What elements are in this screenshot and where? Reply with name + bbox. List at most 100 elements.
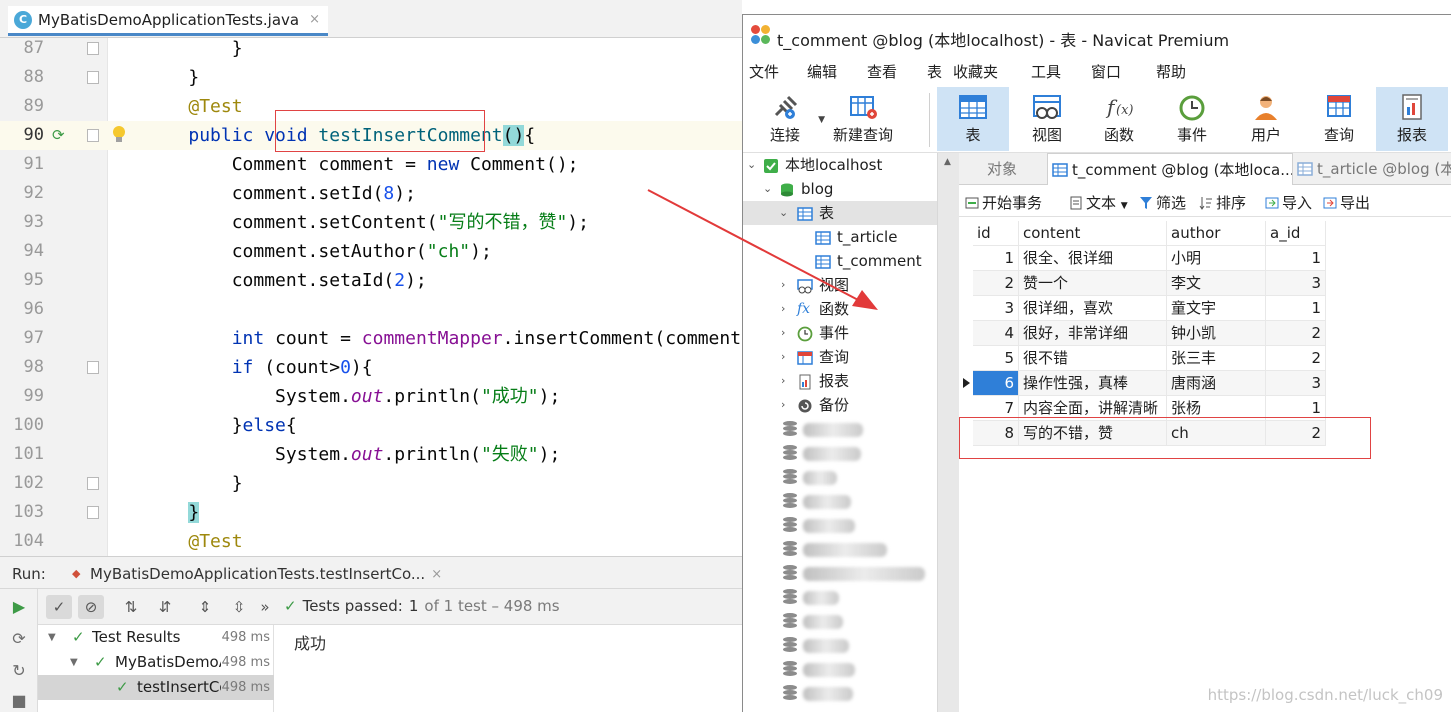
code-line[interactable]: 88 } [0,63,742,92]
menu-item-file[interactable]: 文件 [749,61,779,82]
table-cell-id[interactable]: 6 [973,371,1019,396]
tree-item-database-hidden[interactable] [743,417,937,441]
sort-button[interactable]: 排序 [1199,192,1246,213]
tree-item-database-hidden[interactable] [743,633,937,657]
chevron-right-icon[interactable]: › [781,273,785,297]
table-row[interactable]: 5 很不错 张三丰 2 [959,346,1329,371]
table-cell-id[interactable]: 2 [973,271,1019,296]
table-cell-id[interactable]: 3 [973,296,1019,321]
table-cell-content[interactable]: 很不错 [1019,346,1167,371]
table-cell-id[interactable]: 4 [973,321,1019,346]
code-line[interactable]: 100 }else{ [0,411,742,440]
table-cell-a-id[interactable]: 3 [1266,271,1326,296]
chevron-right-icon[interactable]: › [781,345,785,369]
tree-item-database-hidden[interactable] [743,609,937,633]
toolbar-table-button[interactable]: 表 [937,87,1009,151]
collapse-all-icon[interactable]: ⇳ [226,595,252,619]
table-cell-a-id[interactable]: 2 [1266,321,1326,346]
toolbar-user-button[interactable]: 用户 [1230,87,1302,151]
menu-item-table[interactable]: 表 [927,61,942,82]
chevron-down-icon[interactable]: ▼ [48,625,56,650]
editor-tab[interactable]: C MyBatisDemoApplicationTests.java × [8,6,328,36]
tree-item-database-hidden[interactable] [743,489,937,513]
show-ignored-icon[interactable]: ⊘ [78,595,104,619]
menu-item-favorites[interactable]: 收藏夹 [953,61,998,82]
import-button[interactable]: 导入 [1265,192,1312,213]
tree-item-database[interactable]: ⌄ blog [743,177,937,201]
table-cell-author[interactable]: 唐雨涵 [1167,371,1266,396]
tree-item-database-hidden[interactable] [743,681,937,705]
test-tree-row[interactable]: ▼ ✓ Test Results 498 ms [38,625,274,650]
close-icon[interactable]: × [309,12,320,27]
code-line[interactable]: 102 } [0,469,742,498]
table-cell-content[interactable]: 操作性强，真棒 [1019,371,1167,396]
tree-scrollbar[interactable]: ▲ [937,153,959,712]
tab-t-comment[interactable]: t_comment @blog (本地loca... [1047,153,1293,185]
more-actions-icon[interactable]: » [252,595,278,619]
menu-item-help[interactable]: 帮助 [1156,61,1186,82]
table-row[interactable]: 4 很好，非常详细 钟小凯 2 [959,321,1329,346]
run-test-icon[interactable]: ⟳ [52,127,68,143]
table-cell-author[interactable]: 李文 [1167,271,1266,296]
table-row[interactable]: 3 很详细，喜欢 童文宇 1 [959,296,1329,321]
tab-objects[interactable]: 对象 [959,153,1047,185]
rerun-icon[interactable]: ▶ [8,595,30,617]
table-cell-id[interactable]: 1 [973,246,1019,271]
table-row[interactable]: 2 赞一个 李文 3 [959,271,1329,296]
column-header-id[interactable]: id [973,221,1019,246]
toolbar-function-button[interactable]: f (x) 函数 [1083,87,1155,151]
scroll-up-icon[interactable]: ▲ [944,157,951,167]
tree-item-database-hidden[interactable] [743,585,937,609]
code-line[interactable]: 98 if (count>0){ [0,353,742,382]
code-line[interactable]: 101 System.out.println("失败"); [0,440,742,469]
tree-item-database-hidden[interactable] [743,465,937,489]
tree-item-functions[interactable]: › fx 函数 [743,297,937,321]
text-button[interactable]: 文本 ▼ [1069,192,1128,213]
table-cell-a-id[interactable]: 2 [1266,346,1326,371]
tree-item-connection[interactable]: ⌄ 本地localhost [743,153,937,177]
toolbar-new-query-button[interactable]: 新建查询 [827,87,899,151]
stop-icon[interactable]: ■ [8,689,30,711]
show-passed-icon[interactable]: ✓ [46,595,72,619]
chevron-down-icon[interactable]: ▼ [1121,201,1128,211]
code-line[interactable]: 93 comment.setContent("写的不错，赞"); [0,208,742,237]
data-grid[interactable]: id content author a_id 1 很全、很详细 小明 1 2 赞一个 李文 3… [959,221,1451,712]
expand-all-icon[interactable]: ⇕ [192,595,218,619]
tree-item-database-hidden[interactable] [743,441,937,465]
column-header-a-id[interactable]: a_id [1266,221,1326,246]
filter-button[interactable]: 筛选 [1139,192,1186,213]
menu-item-window[interactable]: 窗口 [1091,61,1121,82]
table-cell-author[interactable]: 童文宇 [1167,296,1266,321]
menu-item-edit[interactable]: 编辑 [807,61,837,82]
toolbar-query-button[interactable]: 查询 [1303,87,1375,151]
table-cell-content[interactable]: 很好，非常详细 [1019,321,1167,346]
menu-item-tools[interactable]: 工具 [1031,61,1061,82]
test-tree-row[interactable]: ✓ testInsertCo 498 ms [38,675,274,700]
toolbar-connect-button[interactable]: ▼ 连接 [749,87,825,151]
tree-item-database-hidden[interactable] [743,657,937,681]
tree-item-backups[interactable]: › 备份 [743,393,937,417]
chevron-right-icon[interactable]: › [781,369,785,393]
tree-item-database-hidden[interactable] [743,561,937,585]
chevron-down-icon[interactable]: ⌄ [779,201,788,225]
tree-item-tables[interactable]: ⌄ 表 [743,201,937,225]
tab-t-article[interactable]: t_article @blog (本 [1293,153,1451,185]
toolbar-event-button[interactable]: 事件 [1156,87,1228,151]
toolbar-view-button[interactable]: 视图 [1011,87,1083,151]
run-config-tab[interactable]: ◆ MyBatisDemoApplicationTests.testInsert… [66,561,448,587]
code-line[interactable]: 95 comment.setaId(2); [0,266,742,295]
code-editor[interactable]: 87 } 88 } 89 @Test 90 public void testInser… [0,38,742,556]
chevron-right-icon[interactable]: › [781,297,785,321]
menu-item-view[interactable]: 查看 [867,61,897,82]
table-cell-a-id[interactable]: 1 [1266,246,1326,271]
code-line[interactable]: 99 System.out.println("成功"); [0,382,742,411]
table-cell-author[interactable]: 钟小凯 [1167,321,1266,346]
code-line[interactable]: 92 comment.setId(8); [0,179,742,208]
export-button[interactable]: 导出 [1323,192,1370,213]
tree-item-queries[interactable]: › 查询 [743,345,937,369]
fold-marker-icon[interactable] [87,477,99,490]
fold-marker-icon[interactable] [87,506,99,519]
table-cell-author[interactable]: 张三丰 [1167,346,1266,371]
table-cell-content[interactable]: 很详细，喜欢 [1019,296,1167,321]
code-line[interactable]: 97 int count = commentMapper.insertComme… [0,324,742,353]
